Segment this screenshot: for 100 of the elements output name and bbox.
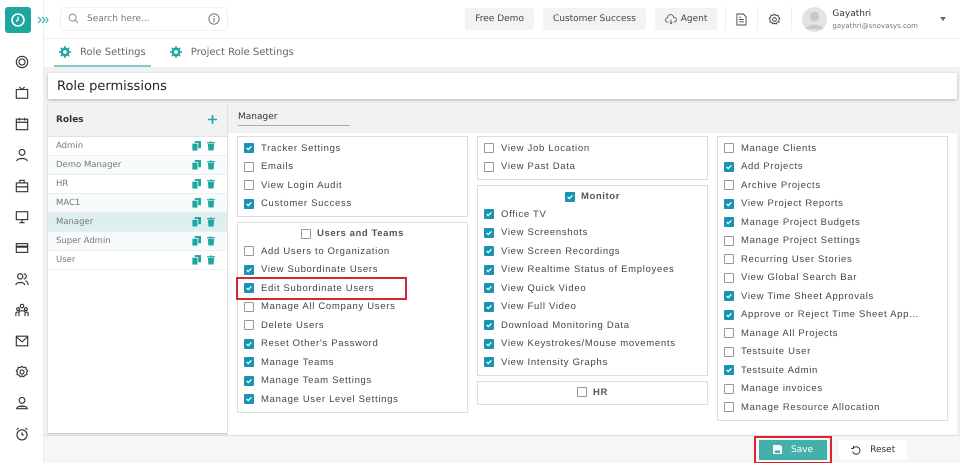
checkbox[interactable]	[484, 143, 494, 154]
save-button[interactable]: Save	[759, 440, 828, 460]
delete-icon[interactable]	[207, 160, 215, 170]
checkbox[interactable]	[724, 198, 734, 209]
checkbox[interactable]	[244, 302, 254, 312]
permission-label: View Intensity Graphs	[501, 356, 608, 368]
expand-icon[interactable]	[37, 16, 49, 24]
checkbox[interactable]	[244, 180, 254, 190]
copy-icon[interactable]	[192, 160, 201, 170]
checkbox[interactable]	[724, 236, 734, 246]
checkbox[interactable]	[244, 264, 254, 275]
team-icon[interactable]	[14, 303, 28, 317]
mail-icon[interactable]	[14, 334, 28, 348]
checkbox[interactable]	[724, 328, 734, 338]
checkbox[interactable]	[724, 365, 734, 376]
checkbox[interactable]	[244, 143, 254, 154]
dashboard-icon[interactable]	[14, 55, 28, 69]
checkbox[interactable]	[724, 310, 734, 320]
checkbox[interactable]	[484, 357, 494, 368]
checkbox[interactable]	[724, 291, 734, 302]
header-button[interactable]: Agent	[654, 8, 718, 30]
checkbox[interactable]	[484, 338, 494, 349]
permission-label: Office TV	[501, 208, 547, 220]
role-item[interactable]: Manager	[48, 213, 227, 232]
card-icon[interactable]	[14, 241, 28, 255]
delete-icon[interactable]	[207, 179, 215, 189]
add-icon[interactable]	[208, 115, 217, 124]
permission-label: View Time Sheet Approvals	[741, 290, 874, 302]
search-field[interactable]: Search here...	[60, 7, 228, 31]
checkbox[interactable]	[484, 264, 494, 275]
copy-icon[interactable]	[192, 141, 201, 151]
checkbox[interactable]	[724, 254, 734, 264]
copy-icon[interactable]	[192, 217, 201, 227]
app-logo[interactable]	[4, 7, 30, 33]
briefcase-icon[interactable]	[14, 179, 28, 193]
user-badge-icon[interactable]	[14, 396, 28, 410]
checkbox[interactable]	[577, 387, 588, 397]
delete-icon[interactable]	[207, 236, 215, 246]
delete-icon[interactable]	[207, 198, 215, 208]
checkbox[interactable]	[724, 346, 734, 357]
checkbox[interactable]	[244, 198, 254, 209]
copy-icon[interactable]	[192, 236, 201, 246]
header-button[interactable]: Free Demo	[465, 8, 534, 30]
checkbox[interactable]	[484, 283, 494, 294]
info-icon[interactable]	[208, 13, 220, 25]
settings-icon[interactable]	[768, 12, 782, 26]
delete-icon[interactable]	[207, 217, 215, 227]
checkbox[interactable]	[724, 143, 734, 154]
checkbox[interactable]	[244, 246, 254, 256]
user-icon[interactable]	[14, 148, 28, 162]
checkbox[interactable]	[724, 272, 734, 283]
role-item[interactable]: User	[48, 251, 227, 270]
checkbox[interactable]	[564, 192, 575, 202]
delete-icon[interactable]	[207, 141, 215, 151]
checkbox[interactable]	[724, 180, 734, 190]
checkbox[interactable]	[244, 162, 254, 172]
checkbox[interactable]	[484, 162, 494, 172]
copy-icon[interactable]	[192, 179, 201, 189]
permission-label: View Job Location	[501, 142, 590, 154]
checkbox[interactable]	[244, 357, 254, 368]
checkbox[interactable]	[724, 384, 734, 394]
document-icon[interactable]	[736, 12, 748, 26]
users-icon[interactable]	[14, 272, 28, 286]
permission-label: Add Users to Organization	[261, 246, 390, 257]
copy-icon[interactable]	[192, 198, 201, 208]
checkbox[interactable]	[484, 320, 494, 330]
header-button[interactable]: Customer Success	[542, 8, 646, 30]
role-item[interactable]: Super Admin	[48, 232, 227, 251]
copy-icon[interactable]	[192, 255, 201, 265]
checkbox[interactable]	[484, 246, 494, 256]
role-item[interactable]: MAC1	[48, 194, 227, 213]
alarm-icon[interactable]	[14, 427, 28, 441]
permission-label: View Realtime Status of Employees	[501, 264, 674, 276]
delete-icon[interactable]	[207, 255, 215, 265]
checkbox[interactable]	[244, 338, 254, 349]
group-title: HR	[593, 386, 608, 398]
tab[interactable]: Project Role Settings	[164, 39, 299, 67]
checkbox[interactable]	[244, 376, 254, 386]
checkbox[interactable]	[484, 209, 494, 220]
gear-icon[interactable]	[14, 365, 28, 379]
roles-title: Roles	[56, 114, 85, 124]
role-item[interactable]: Demo Manager	[48, 156, 227, 175]
permission-label: Manage Project Settings	[741, 235, 861, 246]
checkbox[interactable]	[301, 228, 311, 238]
monitor-icon[interactable]	[14, 210, 28, 224]
checkbox[interactable]	[724, 402, 734, 412]
checkbox[interactable]	[484, 302, 494, 312]
permission-label: View Past Data	[501, 161, 576, 172]
calendar-icon[interactable]	[14, 117, 28, 131]
caret-icon[interactable]	[940, 17, 946, 21]
checkbox[interactable]	[724, 162, 734, 172]
checkbox[interactable]	[244, 283, 254, 294]
checkbox[interactable]	[244, 394, 254, 404]
permission-label: Approve or Reject Time Sheet App…	[741, 309, 920, 320]
checkbox[interactable]	[244, 320, 254, 330]
reset-button[interactable]: Reset	[839, 440, 908, 460]
tv-icon[interactable]	[14, 86, 28, 100]
checkbox[interactable]	[724, 217, 734, 228]
checkbox[interactable]	[484, 228, 494, 238]
role-select[interactable]: Manager	[238, 110, 350, 126]
